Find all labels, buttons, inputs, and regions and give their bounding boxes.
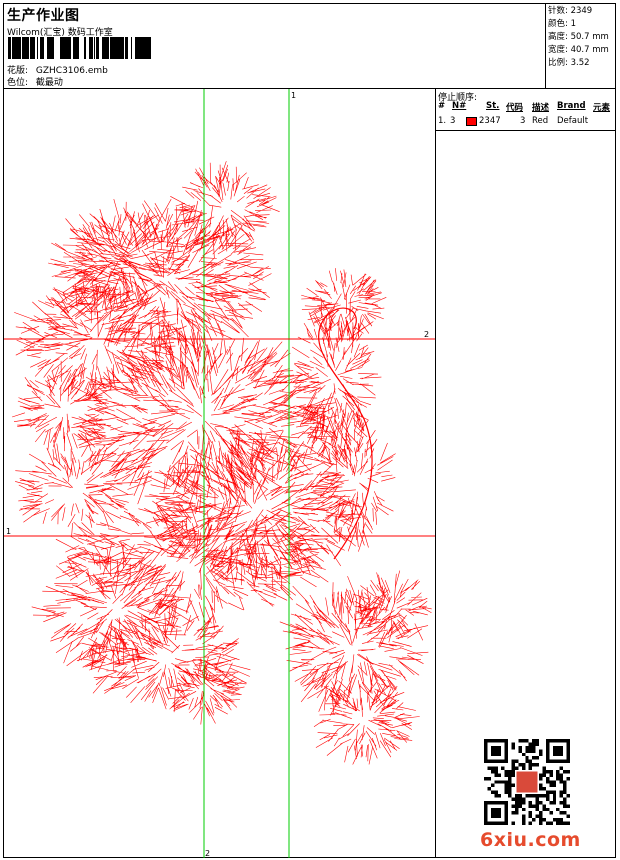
table-row[interactable]: 1. 3 2347 3 Red Default: [436, 116, 615, 128]
stat-label: 针数:: [548, 6, 568, 16]
vertical-guide-1-label: 1: [291, 91, 296, 100]
table-divider: [436, 130, 615, 131]
row-needle: 3: [450, 116, 456, 126]
stop-sequence-header: # N# St. 代码 描述 Brand 元素: [436, 101, 615, 113]
row-index: 1.: [438, 116, 447, 126]
stat-stitches: 针数: 2349: [548, 5, 615, 18]
row-code: 3: [520, 116, 526, 126]
design-preview[interactable]: 1 2 1 2: [4, 89, 436, 858]
col-description: 描述: [532, 103, 550, 113]
stat-value: 50.7 mm: [570, 32, 609, 42]
stat-label: 比例:: [548, 58, 568, 68]
color-position-label: 色位:: [7, 78, 29, 88]
embroidery-canvas[interactable]: 1 2 1 2: [4, 89, 436, 858]
design-stats: 针数: 2349 颜色: 1 高度: 50.7 mm 宽度: 40.7 mm 比…: [545, 4, 615, 89]
col-needle: N#: [452, 101, 467, 111]
page-title: 生产作业图: [7, 8, 80, 24]
barcode: [8, 37, 151, 59]
stat-value: 1: [570, 19, 576, 29]
stop-sequence-panel: 停止顺序: # N# St. 代码 描述 Brand 元素 1. 3 2347 …: [436, 89, 615, 858]
row-description: Red: [532, 116, 549, 126]
stat-value: 3.52: [570, 58, 590, 68]
color-position-value: 截最动: [35, 78, 63, 88]
stat-label: 宽度:: [548, 45, 568, 55]
col-stitches: St.: [486, 101, 500, 111]
col-index: #: [438, 101, 446, 111]
stitch-lines: [12, 161, 432, 765]
row-stitches: 2347: [479, 116, 501, 126]
worksheet: 生产作业图 Wilcom(汇宝) 数码工作室 花版: GZHC3106.emb …: [3, 3, 616, 858]
vertical-guide-2-label: 2: [205, 849, 210, 858]
horizontal-guide-1-label: 1: [6, 527, 11, 536]
color-swatch: [466, 117, 477, 126]
stat-value: 40.7 mm: [570, 45, 609, 55]
qr-code[interactable]: [484, 739, 570, 825]
stat-label: 高度:: [548, 32, 568, 42]
stat-width: 宽度: 40.7 mm: [548, 44, 615, 57]
site-watermark: 6xiu.com: [480, 829, 581, 851]
stat-colors: 颜色: 1: [548, 18, 615, 31]
col-code: 代码: [506, 103, 524, 113]
color-position-line: 色位: 截最动: [7, 75, 63, 88]
horizontal-guide-2-label: 2: [424, 330, 429, 339]
worksheet-header: 生产作业图 Wilcom(汇宝) 数码工作室 花版: GZHC3106.emb …: [4, 4, 615, 89]
col-brand: Brand: [557, 101, 586, 111]
stat-height: 高度: 50.7 mm: [548, 31, 615, 44]
stat-scale: 比例: 3.52: [548, 57, 615, 70]
row-brand: Default: [557, 116, 589, 126]
stat-label: 颜色:: [548, 19, 568, 29]
lion-embroidery-stitches: [12, 161, 432, 765]
col-element: 元素: [593, 103, 611, 113]
stat-value: 2349: [570, 6, 593, 16]
